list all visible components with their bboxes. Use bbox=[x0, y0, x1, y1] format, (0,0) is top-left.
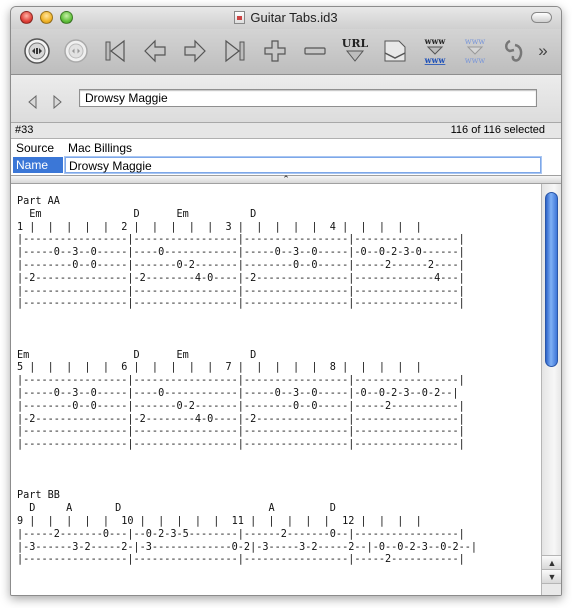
url-icon-label: URL bbox=[342, 37, 369, 50]
info-row-name[interactable]: Name Drowsy Maggie bbox=[11, 156, 561, 174]
tab-text: Part AA Em D Em D1 | | | | | 2 | | | | |… bbox=[17, 196, 477, 567]
www-download-button[interactable]: www www bbox=[419, 35, 451, 67]
link-button[interactable] bbox=[499, 35, 531, 67]
tab-line: Part AA bbox=[17, 196, 60, 207]
info-key: Source bbox=[16, 141, 55, 155]
tab-line bbox=[17, 337, 477, 350]
url-icon: URL bbox=[342, 37, 369, 62]
toolbar-overflow-button[interactable]: » bbox=[531, 35, 555, 67]
tab-line: |--------0--0-----|-------0-2-------|---… bbox=[17, 259, 465, 271]
vertical-scrollbar[interactable]: ▲ ▼ bbox=[541, 184, 561, 595]
tab-line: 1 | | | | | 2 | | | | | 3 | | | | | 4 | … bbox=[17, 221, 422, 233]
tab-line: |-----------------|-----------------|---… bbox=[17, 426, 465, 438]
eject-disabled-icon bbox=[64, 39, 88, 63]
split-view-handle[interactable]: ⌃ bbox=[11, 175, 561, 184]
www-download-disabled-button[interactable]: www www bbox=[459, 35, 491, 67]
tab-line: |-----------------|-----------------|---… bbox=[17, 298, 465, 310]
status-bar: #33 116 of 116 selected bbox=[11, 123, 561, 139]
tab-line bbox=[17, 465, 477, 478]
add-record-button[interactable] bbox=[259, 35, 291, 67]
tab-line: |-----------------|-----------------|---… bbox=[17, 285, 465, 297]
info-value[interactable]: Mac Billings bbox=[65, 140, 541, 156]
add-icon bbox=[264, 40, 286, 62]
tab-line: |-3------3-2-----2-|-3-------------0-2|-… bbox=[17, 541, 478, 553]
tab-line: Em D Em D bbox=[17, 349, 257, 361]
back-arrow-icon bbox=[144, 39, 166, 63]
window-title: Guitar Tabs.id3 bbox=[250, 10, 338, 25]
inbox-button[interactable] bbox=[379, 35, 411, 67]
tab-line bbox=[17, 452, 477, 465]
www-label-bottom: www bbox=[424, 55, 447, 65]
tab-line bbox=[17, 478, 477, 491]
tab-line: D A D A D bbox=[17, 503, 336, 515]
toolbar: URL www www www www » bbox=[11, 29, 561, 75]
www-label-top: www bbox=[424, 36, 447, 46]
tab-line bbox=[17, 311, 477, 324]
first-record-button[interactable] bbox=[99, 35, 131, 67]
info-key: Name bbox=[13, 157, 63, 173]
tab-line: |-----2-------0---|--0-2-3-5--------|---… bbox=[17, 528, 465, 540]
window-title-wrap: Guitar Tabs.id3 bbox=[11, 10, 561, 25]
tab-line: |-----------------|-----------------|---… bbox=[17, 234, 465, 246]
url-button[interactable]: URL bbox=[339, 35, 371, 67]
tab-line bbox=[17, 324, 477, 337]
nav-forward-icon[interactable] bbox=[53, 95, 63, 109]
toolbar-toggle-button[interactable] bbox=[531, 12, 552, 23]
forward-arrow-icon bbox=[184, 39, 206, 63]
www-disabled-label-top: www bbox=[465, 37, 486, 46]
tab-line: |--------0--0-----|-------0-2-------|---… bbox=[17, 400, 465, 412]
remove-record-button[interactable] bbox=[299, 35, 331, 67]
www-download-icon: www www bbox=[424, 36, 447, 65]
tab-line: |-----0--3--0-----|----0------------|---… bbox=[17, 387, 459, 399]
tab-line: 9 | | | | | 10 | | | | | 11 | | | | | 12… bbox=[17, 515, 422, 527]
first-icon bbox=[105, 39, 125, 63]
tab-line: |-----------------|-----------------|---… bbox=[17, 375, 465, 387]
selection-count: 116 of 116 selected bbox=[450, 124, 545, 136]
tab-text-view[interactable]: Part AA Em D Em D1 | | | | | 2 | | | | |… bbox=[11, 184, 541, 595]
tab-line: Part BB bbox=[17, 490, 60, 502]
resize-corner bbox=[542, 583, 561, 595]
tab-line: |-2---------------|-2--------4-0----|-2-… bbox=[17, 413, 465, 425]
tab-line: Em D Em D bbox=[17, 208, 257, 220]
info-value[interactable]: Drowsy Maggie bbox=[65, 157, 541, 173]
tab-line: |-----0--3--0-----|----0------------|---… bbox=[17, 247, 465, 259]
www-download-disabled-icon: www www bbox=[465, 37, 486, 65]
record-id: #33 bbox=[15, 124, 34, 136]
tab-line: |-----------------|-----------------|---… bbox=[17, 554, 465, 566]
navigation-bar: Drowsy Maggie bbox=[11, 75, 561, 123]
info-row-source[interactable]: Source Mac Billings bbox=[11, 139, 561, 157]
tab-line: 5 | | | | | 6 | | | | | 7 | | | | | 8 | … bbox=[17, 362, 422, 374]
scroll-up-button[interactable]: ▲ bbox=[542, 555, 561, 569]
tab-line: |-2---------------|-2--------4-0----|-2-… bbox=[17, 272, 465, 284]
inbox-icon bbox=[384, 40, 406, 62]
scroll-down-button[interactable]: ▼ bbox=[542, 569, 561, 583]
title-bar: Guitar Tabs.id3 bbox=[11, 7, 561, 29]
remove-icon bbox=[304, 47, 326, 55]
tab-line: |-----------------|-----------------|---… bbox=[17, 439, 465, 451]
next-record-button[interactable] bbox=[179, 35, 211, 67]
scroll-thumb[interactable] bbox=[545, 192, 558, 367]
link-icon bbox=[505, 39, 523, 62]
chevron-right-icon: » bbox=[538, 41, 548, 60]
app-window: Guitar Tabs.id3 URL www www www www » Dr… bbox=[10, 6, 562, 596]
document-icon bbox=[234, 11, 246, 24]
record-name-field[interactable]: Drowsy Maggie bbox=[79, 89, 537, 107]
previous-record-button[interactable] bbox=[139, 35, 171, 67]
eject-disabled-button[interactable] bbox=[60, 35, 92, 67]
eject-button[interactable] bbox=[21, 35, 53, 67]
www-disabled-label-bottom: www bbox=[465, 56, 486, 65]
last-record-button[interactable] bbox=[219, 35, 251, 67]
last-icon bbox=[225, 39, 245, 63]
info-table: Source Mac Billings Name Drowsy Maggie bbox=[11, 139, 561, 175]
chevron-up-icon: ⌃ bbox=[282, 174, 290, 184]
eject-icon bbox=[24, 38, 50, 64]
nav-back-icon[interactable] bbox=[27, 95, 37, 109]
